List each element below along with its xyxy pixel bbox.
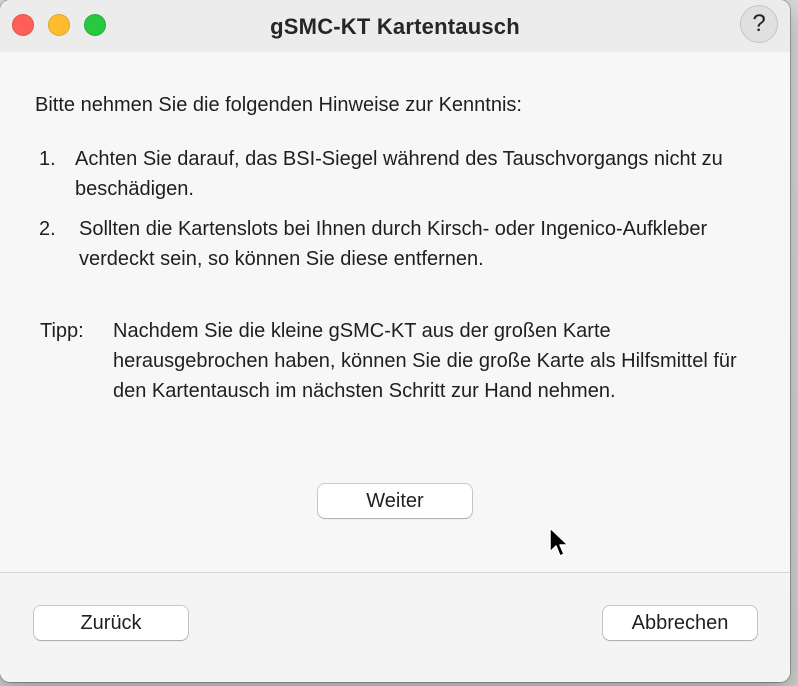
- tip-text: Nachdem Sie die kleine gSMC-KT aus der g…: [113, 320, 737, 402]
- cancel-button[interactable]: Abbrechen: [603, 606, 757, 640]
- tip-label: Tipp:: [40, 320, 84, 342]
- help-button[interactable]: ?: [740, 5, 778, 43]
- list-item-number: 2.: [39, 218, 56, 240]
- dialog-window: gSMC-KT Kartentausch ? Bitte nehmen Sie …: [0, 0, 790, 682]
- title-bar: gSMC-KT Kartentausch ?: [0, 0, 790, 52]
- footer-bar: Zurück Abbrechen: [0, 573, 790, 682]
- next-button[interactable]: Weiter: [318, 484, 472, 518]
- list-item-text: Achten Sie darauf, das BSI-Siegel währen…: [75, 148, 723, 200]
- window-title: gSMC-KT Kartentausch: [270, 14, 520, 39]
- arrow-cursor-icon: [549, 527, 569, 557]
- list-item-text: Sollten die Kartenslots bei Ihnen durch …: [79, 218, 708, 270]
- back-button[interactable]: Zurück: [34, 606, 188, 640]
- content-area: Bitte nehmen Sie die folgenden Hinweise …: [0, 52, 790, 572]
- list-item-number: 1.: [39, 148, 56, 170]
- intro-text: Bitte nehmen Sie die folgenden Hinweise …: [35, 94, 522, 116]
